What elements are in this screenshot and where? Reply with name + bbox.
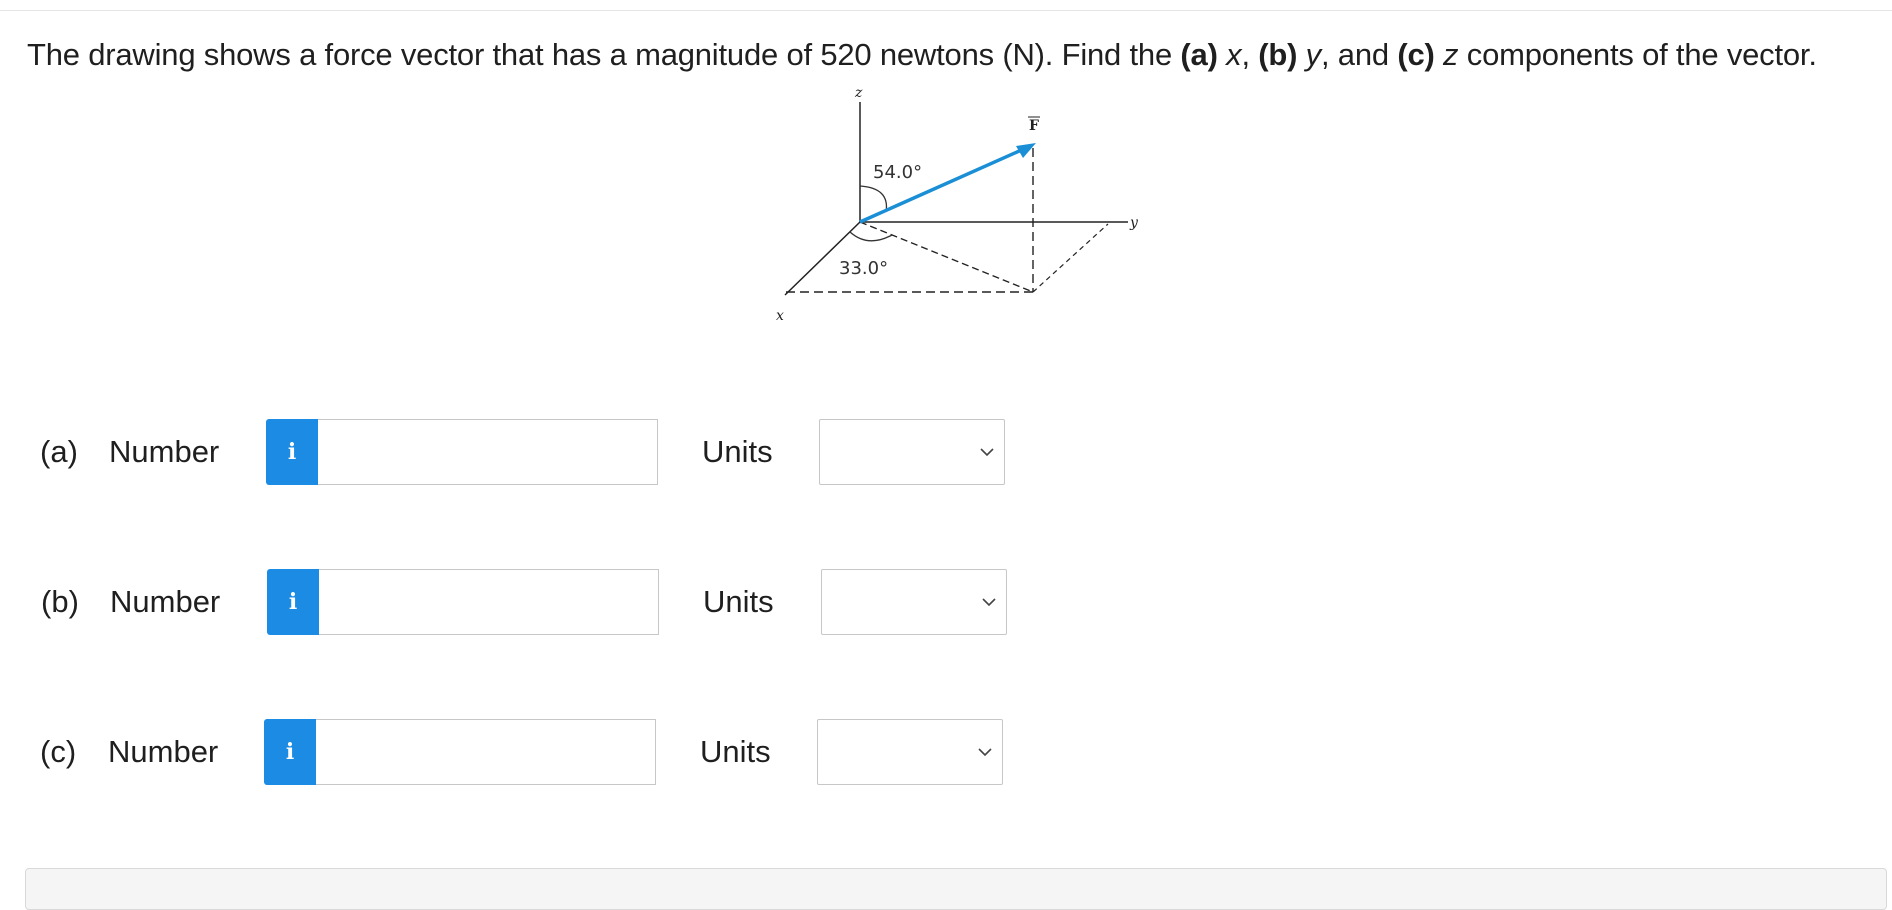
- question-text: The drawing shows a force vector that ha…: [27, 37, 1817, 72]
- units-select-a[interactable]: [819, 419, 1005, 485]
- units-select-c[interactable]: [817, 719, 1003, 785]
- force-vector: [859, 146, 1027, 224]
- answer-row-b: (b) Number i Units: [0, 569, 1892, 635]
- vector-diagram: z y x F 54.0° 33.0°: [740, 80, 1160, 340]
- number-label-b: Number: [110, 584, 221, 619]
- units-label-b: Units: [703, 584, 774, 619]
- number-label-c: Number: [108, 734, 219, 769]
- x-axis-label: x: [776, 308, 784, 324]
- angle-arc-top: [859, 185, 888, 213]
- y-axis-label: y: [1129, 215, 1139, 231]
- chevron-down-icon: [982, 598, 996, 607]
- angle-label-54: 54.0°: [873, 162, 922, 183]
- number-input-a[interactable]: [318, 419, 658, 485]
- part-label-c: (c): [40, 734, 77, 769]
- force-vector-label: F: [1029, 118, 1039, 134]
- part-label-b: (b): [41, 584, 79, 619]
- info-icon[interactable]: i: [266, 419, 318, 485]
- number-input-b[interactable]: [319, 569, 659, 635]
- angle-arc-bottom: [849, 231, 893, 242]
- number-label-a: Number: [109, 434, 220, 469]
- answer-row-a: (a) Number i Units: [0, 419, 1892, 485]
- part-label-a: (a): [40, 434, 78, 469]
- z-axis-label: z: [854, 85, 863, 101]
- top-divider: [0, 10, 1892, 11]
- number-input-c[interactable]: [316, 719, 656, 785]
- chevron-down-icon: [978, 748, 992, 757]
- answer-row-c: (c) Number i Units: [0, 719, 1892, 785]
- info-icon[interactable]: i: [264, 719, 316, 785]
- bottom-panel: [25, 868, 1887, 910]
- units-label-c: Units: [700, 734, 771, 769]
- angle-label-33: 33.0°: [839, 258, 888, 279]
- chevron-down-icon: [980, 448, 994, 457]
- units-select-b[interactable]: [821, 569, 1007, 635]
- info-icon[interactable]: i: [267, 569, 319, 635]
- units-label-a: Units: [702, 434, 773, 469]
